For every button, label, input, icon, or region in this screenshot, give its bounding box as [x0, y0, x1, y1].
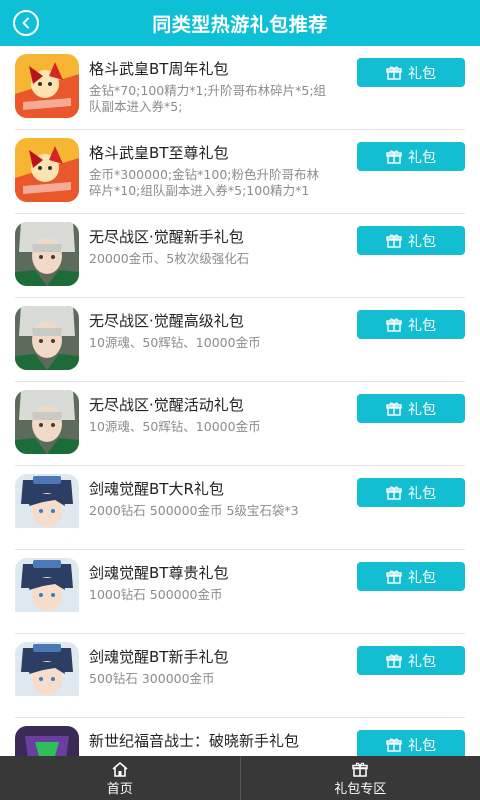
gift-button[interactable]: 礼包	[357, 226, 465, 255]
tab-label: 首页	[106, 782, 133, 797]
gift-button-label: 礼包	[408, 65, 436, 82]
gift-icon	[386, 737, 402, 753]
list-item: 剑魂觉醒BT新手礼包 500钻石 300000金币 礼包	[15, 634, 465, 718]
gift-button-label: 礼包	[408, 569, 436, 586]
item-title: 无尽战区·觉醒新手礼包	[89, 228, 244, 246]
gift-icon	[386, 653, 402, 669]
warzone-game-icon[interactable]	[15, 222, 79, 286]
item-title: 无尽战区·觉醒活动礼包	[89, 396, 244, 414]
gift-icon	[386, 401, 402, 417]
gift-button-label: 礼包	[408, 317, 436, 334]
item-desc: 1000钻石 500000金币	[89, 587, 223, 602]
gift-button[interactable]: 礼包	[357, 562, 465, 591]
gift-icon	[386, 233, 402, 249]
header-bar: 同类型热游礼包推荐	[0, 0, 480, 46]
item-title: 剑魂觉醒BT新手礼包	[89, 648, 229, 666]
gift-button-label: 礼包	[408, 401, 436, 418]
item-title: 剑魂觉醒BT尊贵礼包	[89, 564, 229, 582]
page-title: 同类型热游礼包推荐	[152, 13, 328, 36]
fighter-game-icon[interactable]	[15, 54, 79, 118]
gift-button[interactable]: 礼包	[357, 310, 465, 339]
bottom-tab-bar: 首页 礼包专区	[0, 756, 480, 800]
tab-gift-zone[interactable]: 礼包专区	[239, 756, 480, 800]
gift-button[interactable]: 礼包	[357, 730, 465, 756]
gift-button-label: 礼包	[408, 149, 436, 166]
item-title: 剑魂觉醒BT大R礼包	[89, 480, 224, 498]
swordsoul-game-icon[interactable]	[15, 474, 79, 538]
gift-icon	[386, 65, 402, 81]
swordsoul-game-icon[interactable]	[15, 558, 79, 622]
item-desc: 10源魂、50辉钻、10000金币	[89, 335, 261, 350]
tab-label: 礼包专区	[334, 782, 387, 797]
item-desc: 金钻*70;100精力*1;升阶哥布林碎片*5;组队副本进入券*5;	[89, 83, 327, 114]
eva-game-icon[interactable]	[15, 726, 79, 756]
item-desc: 20000金币、5枚次级强化石	[89, 251, 250, 266]
tab-home[interactable]: 首页	[0, 756, 240, 800]
gift-icon	[386, 149, 402, 165]
gift-button[interactable]: 礼包	[357, 394, 465, 423]
gift-button-label: 礼包	[408, 653, 436, 670]
gift-button[interactable]: 礼包	[357, 478, 465, 507]
gift-button-label: 礼包	[408, 233, 436, 250]
item-desc: 10源魂、50辉钻、10000金币	[89, 419, 261, 434]
gift-icon	[351, 761, 369, 777]
gift-button-label: 礼包	[408, 737, 436, 754]
list-item: 无尽战区·觉醒活动礼包 10源魂、50辉钻、10000金币 礼包	[15, 382, 465, 466]
item-title: 格斗武皇BT周年礼包	[89, 60, 229, 78]
home-icon	[111, 761, 129, 777]
gift-icon	[386, 485, 402, 501]
gift-button[interactable]: 礼包	[357, 142, 465, 171]
back-arrow-icon	[22, 17, 29, 29]
swordsoul-game-icon[interactable]	[15, 642, 79, 706]
fighter-game-icon[interactable]	[15, 138, 79, 202]
item-title: 无尽战区·觉醒高级礼包	[89, 312, 244, 330]
item-desc: 500钻石 300000金币	[89, 671, 215, 686]
list-item: 无尽战区·觉醒高级礼包 10源魂、50辉钻、10000金币 礼包	[15, 298, 465, 382]
list-item: 格斗武皇BT周年礼包 金钻*70;100精力*1;升阶哥布林碎片*5;组队副本进…	[15, 46, 465, 130]
warzone-game-icon[interactable]	[15, 306, 79, 370]
warzone-game-icon[interactable]	[15, 390, 79, 454]
list-item: 格斗武皇BT至尊礼包 金币*300000;金钻*100;粉色升阶哥布林碎片*10…	[15, 130, 465, 214]
item-desc: 金币*300000;金钻*100;粉色升阶哥布林碎片*10;组队副本进入券*5;…	[89, 167, 319, 198]
list-item: 剑魂觉醒BT尊贵礼包 1000钻石 500000金币 礼包	[15, 550, 465, 634]
gift-list: 格斗武皇BT周年礼包 金钻*70;100精力*1;升阶哥布林碎片*5;组队副本进…	[0, 46, 480, 756]
item-title: 格斗武皇BT至尊礼包	[89, 144, 229, 162]
back-button[interactable]	[13, 10, 39, 36]
item-title: 新世纪福音战士：破晓新手礼包	[89, 732, 300, 750]
item-desc: 2000钻石 500000金币 5级宝石袋*3	[89, 503, 299, 518]
gift-button[interactable]: 礼包	[357, 58, 465, 87]
gift-button-label: 礼包	[408, 485, 436, 502]
list-item: 新世纪福音战士：破晓新手礼包 礼包	[15, 718, 465, 756]
list-item: 剑魂觉醒BT大R礼包 2000钻石 500000金币 5级宝石袋*3 礼包	[15, 466, 465, 550]
list-item: 无尽战区·觉醒新手礼包 20000金币、5枚次级强化石 礼包	[15, 214, 465, 298]
gift-button[interactable]: 礼包	[357, 646, 465, 675]
gift-icon	[386, 569, 402, 585]
gift-icon	[386, 317, 402, 333]
